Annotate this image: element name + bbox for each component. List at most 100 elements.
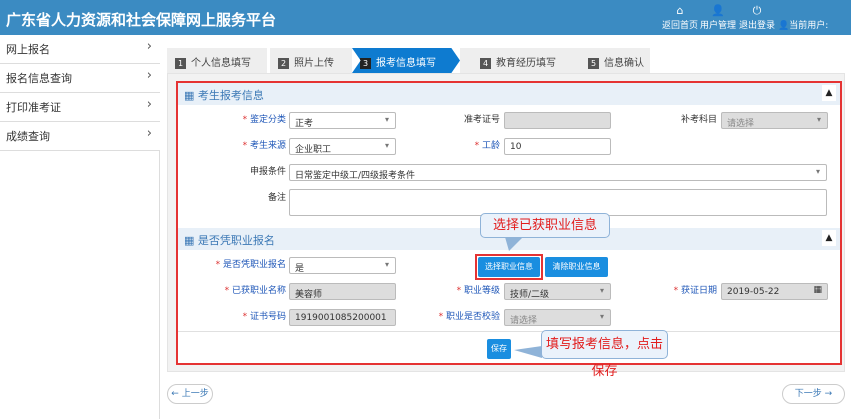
zymc-label: * 已获职业名称: [224, 286, 286, 296]
sidebar: 网上报名 › 报名信息查询 › 打印准考证 › 成绩查询 ›: [0, 35, 160, 419]
label-text: 已获职业名称: [231, 286, 286, 296]
label-text: 证书号码: [249, 312, 286, 322]
power-icon: ⏻: [752, 4, 762, 17]
gl-input[interactable]: 10: [504, 138, 611, 155]
step-label: 报考信息填写: [376, 58, 436, 69]
jdfl-label: * 鉴定分类: [242, 115, 286, 125]
date-value: 2019-05-22: [727, 287, 780, 297]
select-value: 是: [295, 264, 305, 274]
kslx-select[interactable]: 企业职工: [289, 138, 396, 155]
logout-label: 退出登录: [739, 21, 776, 31]
sfjy-label: * 职业是否校验: [438, 312, 500, 322]
save-button[interactable]: 保存: [487, 339, 511, 359]
zkzh-label: 准考证号: [463, 115, 500, 125]
step-2[interactable]: 2 照片上传: [270, 48, 352, 73]
step-number: 5: [588, 58, 599, 69]
site-title: 广东省人力资源和社会保障网上服务平台: [6, 11, 277, 29]
kslx-label: * 考生来源: [242, 141, 286, 151]
sfpzy-label: * 是否凭职业报名: [215, 260, 286, 270]
prev-step-button[interactable]: ← 上一步: [167, 384, 213, 404]
sidebar-item-registration-query[interactable]: 报名信息查询 ›: [0, 64, 160, 93]
divider: [178, 331, 840, 332]
hzrq-input[interactable]: 2019-05-22 ▦: [721, 283, 828, 300]
zsbh-label: * 证书号码: [242, 312, 286, 322]
label-text: 工龄: [481, 141, 500, 151]
sidebar-label: 网上报名: [6, 43, 50, 56]
step-1[interactable]: 1 个人信息填写: [167, 48, 267, 73]
label-text: 职业是否校验: [445, 312, 500, 322]
callout-select-occupation: 选择已获职业信息: [480, 213, 610, 238]
callout-pointer: [514, 346, 542, 358]
label-text: 鉴定分类: [249, 115, 286, 125]
select-placeholder: 请选择: [510, 316, 538, 326]
current-user-label: 当前用户:: [789, 21, 829, 31]
zydj-select[interactable]: 技师/二级: [504, 283, 611, 300]
sidebar-label: 报名信息查询: [6, 72, 72, 85]
user-mgmt-label: 用户管理: [700, 21, 737, 31]
jdfl-select[interactable]: 正考: [289, 112, 396, 129]
sfjy-select[interactable]: 请选择: [504, 309, 611, 326]
callout-save: 填写报考信息，点击保存: [541, 330, 668, 379]
zymc-input[interactable]: 美容师: [289, 283, 396, 300]
section-title: 考生报考信息: [197, 89, 264, 102]
select-placeholder: 请选择: [727, 119, 755, 129]
label-text: 职业等级: [463, 286, 500, 296]
bz-label: 备注: [267, 193, 286, 203]
step-4[interactable]: 4 教育经历填写: [460, 48, 572, 73]
sbtj-select[interactable]: 日常鉴定中级工/四级报考条件: [289, 164, 827, 181]
user-icon: 👤: [778, 21, 790, 31]
home-button[interactable]: ⌂ 返回首页: [662, 4, 698, 31]
calendar-icon[interactable]: ▦: [813, 285, 822, 295]
sidebar-label: 成绩查询: [6, 130, 50, 143]
section-exam-info-header: ▦ 考生报考信息 ▲: [178, 83, 840, 105]
chevron-right-icon: ›: [146, 126, 152, 141]
label-text: 获证日期: [680, 286, 717, 296]
next-step-button[interactable]: 下一步 →: [782, 384, 845, 404]
zydj-label: * 职业等级: [456, 286, 500, 296]
label-text: 考生来源: [249, 141, 286, 151]
user-management-button[interactable]: 👤 用户管理: [700, 4, 736, 31]
chevron-right-icon: ›: [146, 39, 152, 54]
select-value: 企业职工: [295, 145, 332, 155]
section-title: 是否凭职业报名: [197, 234, 275, 247]
step-3[interactable]: 3 报考信息填写: [352, 48, 460, 73]
clear-occupation-button[interactable]: 清除职业信息: [545, 257, 608, 277]
gl-label: * 工龄: [474, 141, 500, 151]
table-icon: ▦: [184, 89, 198, 102]
sidebar-item-score-query[interactable]: 成绩查询 ›: [0, 122, 160, 151]
home-icon: ⌂: [676, 4, 684, 17]
sfpzy-select[interactable]: 是: [289, 257, 396, 274]
collapse-icon[interactable]: ▲: [822, 85, 836, 101]
user-icon: 👤: [711, 4, 725, 17]
select-value: 正考: [295, 119, 314, 129]
step-label: 教育经历填写: [496, 58, 556, 69]
top-header: 广东省人力资源和社会保障网上服务平台 ⌂ 返回首页 👤 用户管理 ⏻ 退出登录 👤当前…: [0, 0, 851, 35]
step-number: 2: [278, 58, 289, 69]
bkkm-label: 补考科目: [680, 115, 717, 125]
bz-textarea[interactable]: [289, 189, 827, 216]
home-label: 返回首页: [662, 21, 699, 31]
sidebar-item-online-registration[interactable]: 网上报名 ›: [0, 35, 160, 64]
chevron-right-icon: ›: [146, 97, 152, 112]
step-5[interactable]: 5 信息确认: [572, 48, 650, 73]
zkzh-input[interactable]: [504, 112, 611, 129]
callout-pointer: [505, 237, 523, 251]
step-label: 个人信息填写: [191, 58, 251, 69]
step-number: 3: [360, 58, 371, 69]
step-label: 照片上传: [294, 58, 334, 69]
select-value: 技师/二级: [510, 290, 550, 300]
chevron-right-icon: ›: [146, 68, 152, 83]
step-label: 信息确认: [604, 58, 644, 69]
label-text: 是否凭职业报名: [222, 260, 286, 270]
collapse-icon[interactable]: ▲: [822, 230, 836, 246]
sidebar-item-print-admission[interactable]: 打印准考证 ›: [0, 93, 160, 122]
step-number: 1: [175, 58, 186, 69]
sbtj-label: 申报条件: [249, 167, 286, 177]
hzrq-label: * 获证日期: [673, 286, 717, 296]
zsbh-input[interactable]: 1919001085200001: [289, 309, 396, 326]
logout-button[interactable]: ⏻ 退出登录: [739, 4, 775, 31]
step-number: 4: [480, 58, 491, 69]
bkkm-select[interactable]: 请选择: [721, 112, 828, 129]
select-occupation-button[interactable]: 选择职业信息: [478, 257, 540, 277]
select-value: 日常鉴定中级工/四级报考条件: [295, 171, 416, 181]
